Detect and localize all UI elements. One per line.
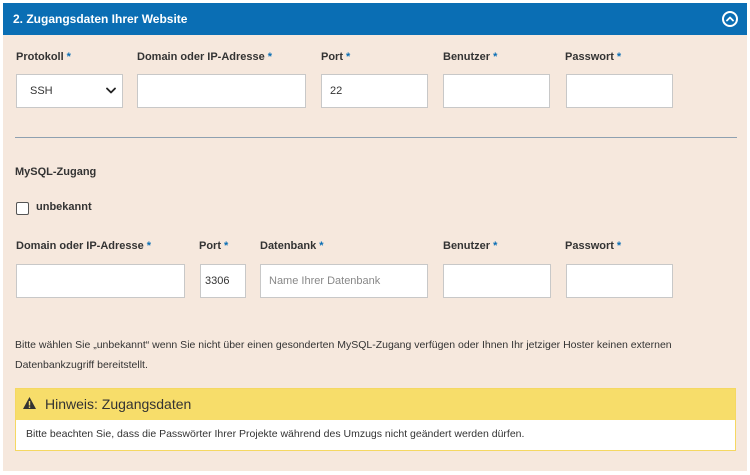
- panel-header[interactable]: 2. Zugangsdaten Ihrer Website: [3, 3, 747, 35]
- collapse-button[interactable]: [722, 11, 738, 27]
- warning-triangle-icon: [23, 397, 36, 409]
- port-input[interactable]: [321, 74, 428, 108]
- user-label: Benutzer *: [443, 51, 498, 63]
- domain-label: Domain oder IP-Adresse *: [137, 51, 273, 63]
- chevron-down-icon: [106, 87, 116, 94]
- mysql-info-text: Bitte wählen Sie „unbekannt“ wenn Sie ni…: [15, 339, 672, 371]
- user-input[interactable]: [443, 74, 550, 108]
- unknown-checkbox-label[interactable]: unbekannt: [36, 201, 92, 213]
- mysql-section-title: MySQL-Zugang: [15, 166, 97, 178]
- password-input[interactable]: [566, 74, 673, 108]
- access-data-panel: 2. Zugangsdaten Ihrer Website Protokoll *…: [3, 3, 747, 471]
- unknown-checkbox[interactable]: [16, 202, 29, 215]
- mysql-password-label: Passwort *: [565, 240, 622, 252]
- mysql-password-input[interactable]: [566, 264, 673, 298]
- panel-title: 2. Zugangsdaten Ihrer Website: [13, 12, 188, 26]
- mysql-domain-input[interactable]: [16, 264, 185, 298]
- port-label: Port *: [321, 51, 351, 63]
- notice-header: Hinweis: Zugangsdaten: [16, 389, 735, 420]
- notice-box: Hinweis: Zugangsdaten Bitte beachten Sie…: [15, 388, 736, 451]
- protocol-label: Protokoll *: [16, 51, 71, 63]
- notice-text: Bitte beachten Sie, dass die Passwörter …: [26, 428, 525, 440]
- password-label: Passwort *: [565, 51, 622, 63]
- protocol-select[interactable]: SSH: [16, 74, 123, 108]
- notice-title: Hinweis: Zugangsdaten: [45, 396, 192, 412]
- mysql-database-input[interactable]: [260, 264, 428, 298]
- mysql-domain-label: Domain oder IP-Adresse *: [16, 240, 152, 252]
- mysql-database-label: Datenbank *: [260, 240, 324, 252]
- section-divider: [15, 137, 737, 138]
- mysql-user-label: Benutzer *: [443, 240, 498, 252]
- mysql-port-input[interactable]: [200, 264, 246, 298]
- mysql-user-input[interactable]: [443, 264, 551, 298]
- protocol-select-value: SSH: [30, 85, 53, 97]
- domain-input[interactable]: [137, 74, 306, 108]
- chevron-up-icon: [726, 16, 734, 22]
- mysql-port-label: Port *: [199, 240, 229, 252]
